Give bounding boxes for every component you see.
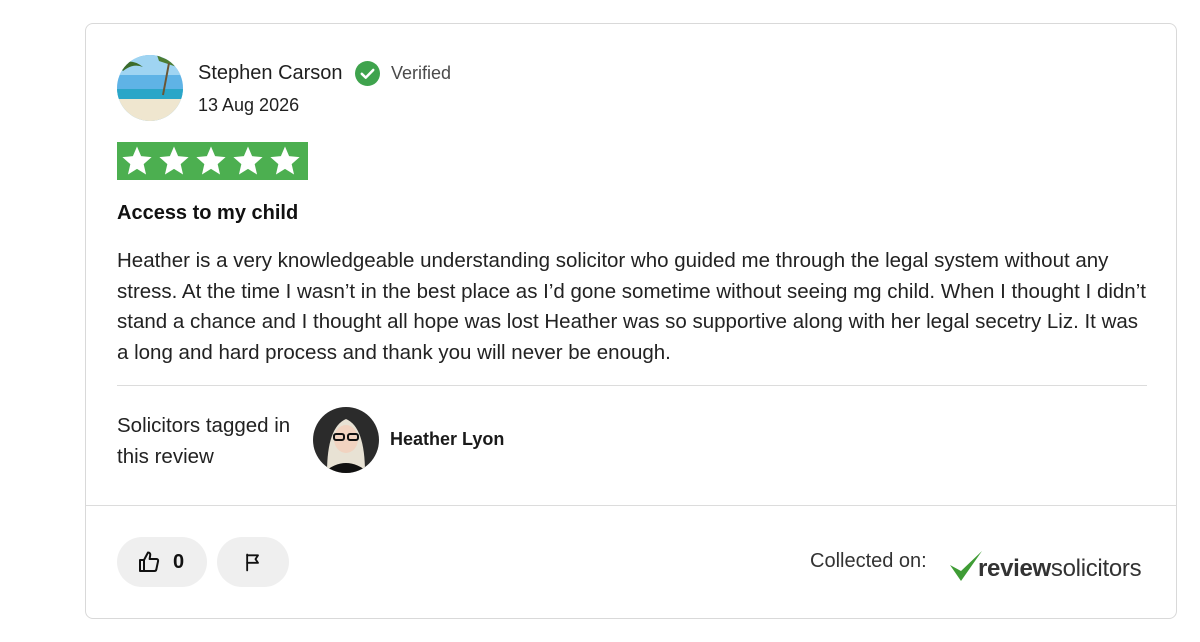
review-date: 13 Aug 2026	[198, 95, 300, 115]
section-divider	[117, 385, 1147, 386]
flag-icon	[246, 553, 259, 572]
star-icon	[122, 146, 152, 175]
review-title: Access to my child	[117, 202, 299, 224]
star-icon	[270, 146, 300, 175]
reviewsolicitors-logo[interactable]: reviewsolicitors	[948, 547, 1142, 583]
solicitor-avatar[interactable]	[313, 407, 379, 473]
report-button[interactable]	[217, 537, 289, 587]
star-icon	[233, 146, 263, 175]
reviewer-name: Stephen Carson	[198, 62, 343, 84]
review-body: Heather is a very knowledgeable understa…	[117, 249, 1146, 364]
footer-divider	[86, 505, 1176, 506]
brand-wordmark-bold: review	[978, 555, 1051, 582]
like-count: 0	[173, 550, 185, 573]
tagged-solicitors-label: Solicitors tagged in this review	[117, 414, 291, 468]
solicitor-name-link[interactable]: Heather Lyon	[390, 429, 504, 450]
thumbs-up-icon	[139, 551, 160, 572]
review-card: Stephen Carson Verified 13 Aug 2026 Acce…	[85, 23, 1177, 619]
collected-on-label: Collected on:	[810, 550, 927, 572]
star-rating	[117, 142, 308, 180]
star-icon	[159, 146, 189, 175]
star-icon	[196, 146, 226, 175]
like-button[interactable]: 0	[117, 537, 207, 587]
brand-wordmark-light: solicitors	[1050, 555, 1142, 582]
check-circle-icon	[355, 61, 380, 86]
reviewer-avatar	[117, 55, 183, 121]
verified-badge: Verified	[391, 63, 452, 83]
brand-wordmark: reviewsolicitors	[978, 555, 1142, 583]
